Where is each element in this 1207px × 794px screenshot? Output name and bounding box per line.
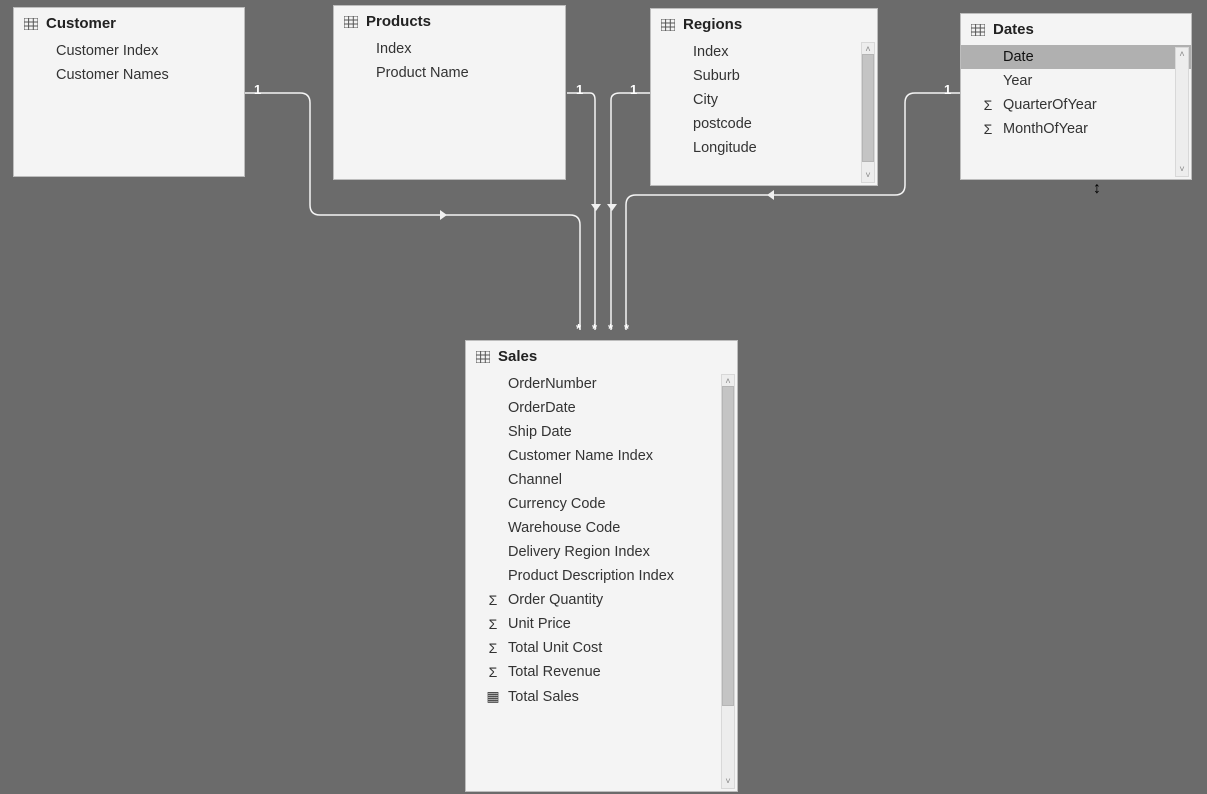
field-row[interactable]: .Customer Name Index [466,444,737,468]
sigma-icon: Σ [979,97,997,113]
field-row[interactable]: ΣUnit Price [466,612,737,636]
scroll-down-icon[interactable]: ˅ [865,171,870,180]
field-list-products[interactable]: .Index .Product Name [334,37,565,179]
table-customer[interactable]: Customer .Customer Index .Customer Names [13,7,245,177]
table-icon [24,18,38,30]
field-row[interactable]: .Longitude [651,136,877,160]
table-title: Sales [498,348,537,365]
sigma-icon: Σ [484,664,502,680]
field-row[interactable]: .postcode [651,112,877,136]
field-row[interactable]: .Delivery Region Index [466,540,737,564]
sigma-icon: Σ [979,121,997,137]
filter-direction-icon [437,209,449,221]
field-row[interactable]: .Channel [466,468,737,492]
table-icon [344,16,358,28]
scroll-up-icon[interactable]: ˄ [865,45,870,54]
cardinality-one: 1 [576,82,583,97]
field-row[interactable]: .City [651,88,877,112]
sigma-icon: Σ [484,640,502,656]
field-row[interactable]: ΣMonthOfYear [961,117,1191,141]
table-dates[interactable]: Dates .Date .Year ΣQuarterOfYear ΣMonthO… [960,13,1192,180]
table-header-customer[interactable]: Customer [14,8,244,39]
table-icon [971,24,985,36]
scroll-down-icon[interactable]: ˅ [725,777,730,786]
field-row[interactable]: .Date [961,45,1191,69]
table-icon [476,351,490,363]
scrollbar-thumb[interactable] [862,54,874,162]
scroll-up-icon[interactable]: ˄ [1179,50,1184,59]
sigma-icon: Σ [484,592,502,608]
field-row[interactable]: .Product Description Index [466,564,737,588]
field-row[interactable]: .OrderNumber [466,372,737,396]
table-title: Products [366,13,431,30]
field-row[interactable]: ▦Total Sales [466,684,737,709]
table-header-sales[interactable]: Sales [466,341,737,372]
field-list-dates[interactable]: .Date .Year ΣQuarterOfYear ΣMonthOfYear … [961,45,1191,179]
table-regions[interactable]: Regions .Index .Suburb .City .postcode .… [650,8,878,186]
field-row[interactable]: .Customer Index [14,39,244,63]
cardinality-many: * [624,321,629,336]
field-row[interactable]: .Year [961,69,1191,93]
field-row[interactable]: .Suburb [651,64,877,88]
field-row[interactable]: .Customer Names [14,63,244,87]
cardinality-many: * [608,321,613,336]
scroll-up-icon[interactable]: ˄ [725,377,730,386]
table-title: Customer [46,15,116,32]
cardinality-many: * [576,321,581,336]
field-row[interactable]: .Index [334,37,565,61]
field-row[interactable]: .OrderDate [466,396,737,420]
field-row[interactable]: .Index [651,40,877,64]
field-row[interactable]: ΣTotal Revenue [466,660,737,684]
cardinality-one: 1 [254,82,261,97]
field-row[interactable]: ΣQuarterOfYear [961,93,1191,117]
scrollbar[interactable]: ˄ ˅ [1175,47,1189,177]
field-row[interactable]: .Ship Date [466,420,737,444]
table-icon [661,19,675,31]
field-list-customer[interactable]: .Customer Index .Customer Names [14,39,244,176]
sigma-icon: Σ [484,616,502,632]
scroll-down-icon[interactable]: ˅ [1179,165,1184,174]
field-row[interactable]: .Product Name [334,61,565,85]
filter-direction-icon [764,189,776,201]
table-title: Regions [683,16,742,33]
table-title: Dates [993,21,1034,38]
cardinality-many: * [592,321,597,336]
table-sales[interactable]: Sales .OrderNumber .OrderDate .Ship Date… [465,340,738,792]
filter-direction-icon [590,201,602,213]
table-header-regions[interactable]: Regions [651,9,877,40]
table-products[interactable]: Products .Index .Product Name [333,5,566,180]
field-list-sales[interactable]: .OrderNumber .OrderDate .Ship Date .Cust… [466,372,737,791]
table-header-dates[interactable]: Dates [961,14,1191,45]
field-list-regions[interactable]: .Index .Suburb .City .postcode .Longitud… [651,40,877,185]
filter-direction-icon [606,201,618,213]
calc-icon: ▦ [484,688,502,705]
cardinality-one: 1 [630,82,637,97]
field-row[interactable]: .Currency Code [466,492,737,516]
cardinality-one: 1 [944,82,951,97]
resize-cursor-icon: ↕ [1093,180,1101,198]
table-header-products[interactable]: Products [334,6,565,37]
field-row[interactable]: ΣOrder Quantity [466,588,737,612]
field-row[interactable]: ΣTotal Unit Cost [466,636,737,660]
field-row[interactable]: .Warehouse Code [466,516,737,540]
scrollbar-thumb[interactable] [722,386,734,706]
